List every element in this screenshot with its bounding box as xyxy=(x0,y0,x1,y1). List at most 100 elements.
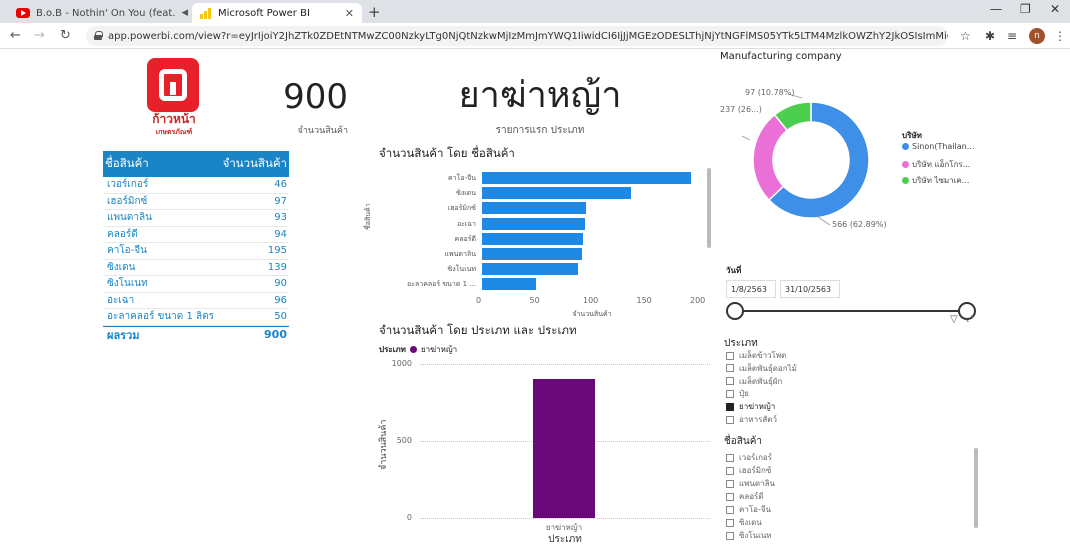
type-slicer-item[interactable]: อาหารสัตว์ xyxy=(726,413,777,426)
checkbox[interactable] xyxy=(726,492,734,501)
product-slicer-item[interactable]: ซิงโนเนท xyxy=(726,529,772,542)
product-name-cell: ซิงเดน xyxy=(107,261,136,273)
quantity-cell: 46 xyxy=(274,179,287,191)
slicer-item-label: ยาฆ่าหญ้า xyxy=(739,402,776,412)
date-slider-start-handle[interactable] xyxy=(726,302,744,320)
maximize-icon[interactable]: ❐ xyxy=(1020,2,1031,16)
type-slicer-item[interactable]: ปุ๋ย xyxy=(726,387,749,400)
type-slicer-item[interactable]: เมล็ดพันธุ์ดอกไม้ xyxy=(726,362,797,375)
donut-chart-title: Manufacturing company xyxy=(720,51,842,62)
checkbox[interactable] xyxy=(726,402,734,411)
tab-youtube[interactable]: B.o.B - Nothin' On You (feat. ◀) ✕ xyxy=(8,3,188,23)
kpi-type-label: รายการแรก ประเภท xyxy=(495,125,585,136)
checkbox[interactable] xyxy=(726,453,734,462)
profile-avatar[interactable]: n xyxy=(1029,28,1045,44)
bar[interactable] xyxy=(482,278,536,291)
checkbox[interactable] xyxy=(726,479,734,488)
table-row[interactable]: คลอร์ดี 94 xyxy=(103,227,289,243)
forward-icon[interactable]: → xyxy=(34,28,45,43)
table-row[interactable]: เวอร์เกอร์ 46 xyxy=(103,177,289,194)
focus-mode-icon[interactable]: ⤢ xyxy=(966,314,973,324)
table-row[interactable]: อะเฉา 96 xyxy=(103,293,289,309)
checkbox[interactable] xyxy=(726,518,734,527)
checkbox[interactable] xyxy=(726,505,734,514)
bar-label: ซิงเดน xyxy=(456,189,476,198)
bar[interactable] xyxy=(482,217,585,230)
checkbox[interactable] xyxy=(726,364,734,373)
checkbox[interactable] xyxy=(726,389,734,398)
product-slicer-item[interactable]: ซิงเดน xyxy=(726,516,762,529)
quantity-cell: 195 xyxy=(267,245,287,257)
checkbox[interactable] xyxy=(726,415,734,424)
product-slicer-item[interactable]: เฮอร์มิกซ์ xyxy=(726,464,771,477)
checkbox[interactable] xyxy=(726,377,734,386)
tab-powerbi[interactable]: Microsoft Power BI ✕ xyxy=(192,3,362,23)
table-row[interactable]: อะลาคลอร์ ขนาด 1 ลิตร 50 xyxy=(103,309,289,326)
y-tick-label: 500 xyxy=(396,436,412,445)
bookmark-star-icon[interactable]: ☆ xyxy=(960,29,971,43)
quantity-cell: 50 xyxy=(274,311,287,323)
legend-title: ประเภท xyxy=(379,345,406,354)
header-quantity[interactable]: จำนวนสินค้า xyxy=(217,155,289,173)
product-name-cell: อะเฉา xyxy=(107,294,135,306)
bar-label: เฮอร์มิกซ์ xyxy=(447,204,476,213)
type-slicer-item[interactable]: ยาฆ่าหญ้า xyxy=(726,400,775,413)
donut-legend-item[interactable]: บริษัท แอ็กโกร... xyxy=(902,158,970,171)
bar[interactable] xyxy=(482,248,582,260)
filter-icon[interactable]: ▽ xyxy=(950,314,958,325)
bar[interactable] xyxy=(482,263,579,276)
product-name-cell: คาโอ-จีน xyxy=(107,245,147,257)
close-window-icon[interactable]: ✕ xyxy=(1050,2,1060,16)
date-end-input[interactable]: 31/10/2563 xyxy=(780,280,840,298)
header-product-name[interactable]: ชื่อสินค้า xyxy=(103,155,217,173)
total-label: ผลรวม xyxy=(107,328,140,342)
quantity-cell: 93 xyxy=(274,212,287,224)
table-row[interactable]: ซิงเดน 139 xyxy=(103,260,289,276)
type-slicer-item[interactable]: เมล็ดข้าวโพด xyxy=(726,349,786,362)
slicer-item-label: ซิงเดน xyxy=(739,518,762,527)
minimize-icon[interactable]: — xyxy=(990,2,1002,16)
table-row[interactable]: แพนดาลิน 93 xyxy=(103,210,289,227)
address-bar[interactable]: app.powerbi.com/view?r=eyJrIjoiY2JhZTk0Z… xyxy=(86,26,948,46)
type-slicer-item[interactable]: เมล็ดพันธุ์ผัก xyxy=(726,375,782,388)
product-slicer-title: ชื่อสินค้า xyxy=(724,436,763,447)
donut-slice[interactable] xyxy=(752,113,789,202)
checkbox[interactable] xyxy=(726,351,734,360)
reload-icon[interactable]: ↻ xyxy=(60,28,71,43)
new-tab-button[interactable]: + xyxy=(368,3,381,21)
table-row[interactable]: ซิงโนเนท 90 xyxy=(103,276,289,293)
product-slicer-item[interactable]: คลอร์ดี xyxy=(726,490,764,503)
extensions-icon[interactable]: ✱ xyxy=(985,29,995,43)
product-slicer-item[interactable]: เวอร์เกอร์ xyxy=(726,451,772,464)
product-slicer-item[interactable]: แพนดาลิน xyxy=(726,477,775,490)
bar[interactable] xyxy=(482,187,631,200)
close-tab-icon[interactable]: ✕ xyxy=(345,7,354,20)
legend-dot xyxy=(409,346,417,353)
column-bar[interactable] xyxy=(533,379,595,518)
legend-label: บริษัท ไซมาเค... xyxy=(912,176,970,185)
date-slicer-title: วันที่ xyxy=(726,266,742,275)
browser-tab-strip: B.o.B - Nothin' On You (feat. ◀) ✕ Micro… xyxy=(0,0,1070,23)
back-icon[interactable]: ← xyxy=(10,28,21,43)
product-slicer-item[interactable]: คาโอ-จีน xyxy=(726,503,771,516)
bar[interactable] xyxy=(482,232,583,245)
product-table: ชื่อสินค้า จำนวนสินค้า เวอร์เกอร์ 46 เฮอร์… xyxy=(103,151,289,343)
checkbox[interactable] xyxy=(726,466,734,475)
donut-legend-item[interactable]: Sinon(Thailan... xyxy=(902,142,974,151)
media-icon[interactable]: ≡ xyxy=(1007,29,1017,43)
bar[interactable] xyxy=(482,172,691,184)
table-total-row: ผลรวม 900 xyxy=(103,325,289,343)
checkbox[interactable] xyxy=(726,531,734,540)
slicer-item-label: ซิงโนเนท xyxy=(739,531,772,540)
donut-legend-title: บริษัท xyxy=(902,131,922,140)
product-name-cell: เฮอร์มิกซ์ xyxy=(107,195,148,207)
product-name-cell: เวอร์เกอร์ xyxy=(107,179,149,191)
product-slicer-scrollbar[interactable] xyxy=(974,448,978,528)
table-row[interactable]: คาโอ-จีน 195 xyxy=(103,243,289,260)
lock-icon xyxy=(94,31,103,40)
table-row[interactable]: เฮอร์มิกซ์ 97 xyxy=(103,194,289,210)
menu-dots-icon[interactable]: ⋮ xyxy=(1054,29,1066,43)
bar[interactable] xyxy=(482,202,586,215)
date-start-input[interactable]: 1/8/2563 xyxy=(726,280,776,298)
donut-legend-item[interactable]: บริษัท ไซมาเค... xyxy=(902,174,969,187)
